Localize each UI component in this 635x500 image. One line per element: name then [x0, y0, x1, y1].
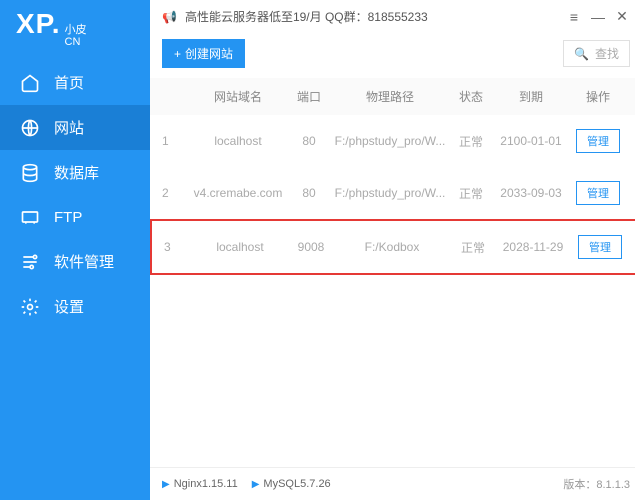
- nginx-status[interactable]: ▶ Nginx1.15.11: [162, 478, 238, 490]
- play-icon: ▶: [162, 479, 170, 490]
- row-expiry: 2028-11-29: [494, 240, 572, 254]
- sidebar-item-label: 数据库: [54, 162, 99, 183]
- row-path: F:/Kodbox: [332, 240, 452, 254]
- statusbar: ▶ Nginx1.15.11 ▶ MySQL5.7.26 版本：8.1.1.3: [150, 467, 635, 500]
- row-port: 9008: [290, 240, 332, 254]
- titlebar: 📢 高性能云服务器低至19/月 QQ群：818555233 ≡ — ✕: [150, 0, 635, 33]
- row-path: F:/phpstudy_pro/W...: [330, 134, 450, 148]
- row-domain: localhost: [188, 134, 288, 148]
- sidebar-item-ftp[interactable]: FTP: [0, 195, 150, 239]
- header-status: 状态: [450, 88, 492, 105]
- table-header: 网站域名 端口 物理路径 状态 到期 操作: [150, 78, 635, 115]
- row-index: 1: [162, 134, 188, 148]
- toolbar: + 创建网站 🔍 查找: [150, 33, 635, 78]
- sidebar-item-label: 首页: [54, 72, 84, 93]
- row-status: 正常: [452, 239, 494, 256]
- header-actions: 操作: [570, 88, 626, 105]
- search-icon: 🔍: [574, 47, 589, 61]
- create-site-button[interactable]: + 创建网站: [162, 39, 245, 68]
- menu-icon[interactable]: ≡: [566, 9, 582, 25]
- search-placeholder: 查找: [595, 45, 619, 62]
- database-icon: [20, 163, 40, 183]
- play-icon: ▶: [252, 479, 260, 490]
- close-button[interactable]: ✕: [614, 8, 630, 25]
- website-table: 网站域名 端口 物理路径 状态 到期 操作 1localhost80F:/php…: [150, 78, 635, 275]
- row-index: 3: [164, 240, 190, 254]
- header-port: 端口: [288, 88, 330, 105]
- manage-button[interactable]: 管理: [578, 235, 622, 259]
- speaker-icon: 📢: [162, 10, 177, 24]
- row-index: 2: [162, 186, 188, 200]
- mysql-status[interactable]: ▶ MySQL5.7.26: [252, 478, 331, 490]
- row-path: F:/phpstudy_pro/W...: [330, 186, 450, 200]
- sidebar-item-settings[interactable]: 设置: [0, 284, 150, 329]
- manage-button[interactable]: 管理: [576, 129, 620, 153]
- ftp-icon: [20, 207, 40, 227]
- promo-text: 高性能云服务器低至19/月 QQ群：818555233: [185, 8, 428, 25]
- header-path: 物理路径: [330, 88, 450, 105]
- logo-sub: 小皮CN: [65, 24, 87, 48]
- sliders-icon: [20, 252, 40, 272]
- sidebar-item-database[interactable]: 数据库: [0, 150, 150, 195]
- sidebar-item-software[interactable]: 软件管理: [0, 239, 150, 284]
- row-expiry: 2033-09-03: [492, 186, 570, 200]
- minimize-button[interactable]: —: [590, 9, 606, 25]
- logo: XP. 小皮CN: [0, 0, 150, 60]
- header-domain: 网站域名: [188, 88, 288, 105]
- row-port: 80: [288, 186, 330, 200]
- version-info: 版本：8.1.1.3: [563, 476, 630, 492]
- globe-icon: [20, 118, 40, 138]
- plus-icon: +: [174, 47, 181, 61]
- sidebar-item-label: 设置: [54, 296, 84, 317]
- sidebar-item-website[interactable]: 网站: [0, 105, 150, 150]
- create-label: 创建网站: [185, 45, 233, 62]
- main-panel: 📢 高性能云服务器低至19/月 QQ群：818555233 ≡ — ✕ + 创建…: [150, 0, 635, 500]
- row-domain: v4.cremabe.com: [188, 186, 288, 200]
- row-expiry: 2100-01-01: [492, 134, 570, 148]
- header-expiry: 到期: [492, 88, 570, 105]
- sidebar-item-label: 网站: [54, 117, 84, 138]
- table-row[interactable]: 3localhost9008F:/Kodbox正常2028-11-29 管理: [150, 219, 635, 275]
- table-row[interactable]: 2v4.cremabe.com80F:/phpstudy_pro/W...正常2…: [150, 167, 635, 219]
- logo-main: XP.: [16, 8, 61, 40]
- manage-button[interactable]: 管理: [576, 181, 620, 205]
- row-domain: localhost: [190, 240, 290, 254]
- sidebar: XP. 小皮CN 首页 网站 数据库 FTP 软件管理 设置: [0, 0, 150, 500]
- search-input[interactable]: 🔍 查找: [563, 40, 630, 67]
- sidebar-item-label: FTP: [54, 209, 82, 226]
- sidebar-item-label: 软件管理: [54, 251, 114, 272]
- row-port: 80: [288, 134, 330, 148]
- gear-icon: [20, 297, 40, 317]
- row-status: 正常: [450, 185, 492, 202]
- sidebar-item-home[interactable]: 首页: [0, 60, 150, 105]
- row-status: 正常: [450, 133, 492, 150]
- table-row[interactable]: 1localhost80F:/phpstudy_pro/W...正常2100-0…: [150, 115, 635, 167]
- home-icon: [20, 73, 40, 93]
